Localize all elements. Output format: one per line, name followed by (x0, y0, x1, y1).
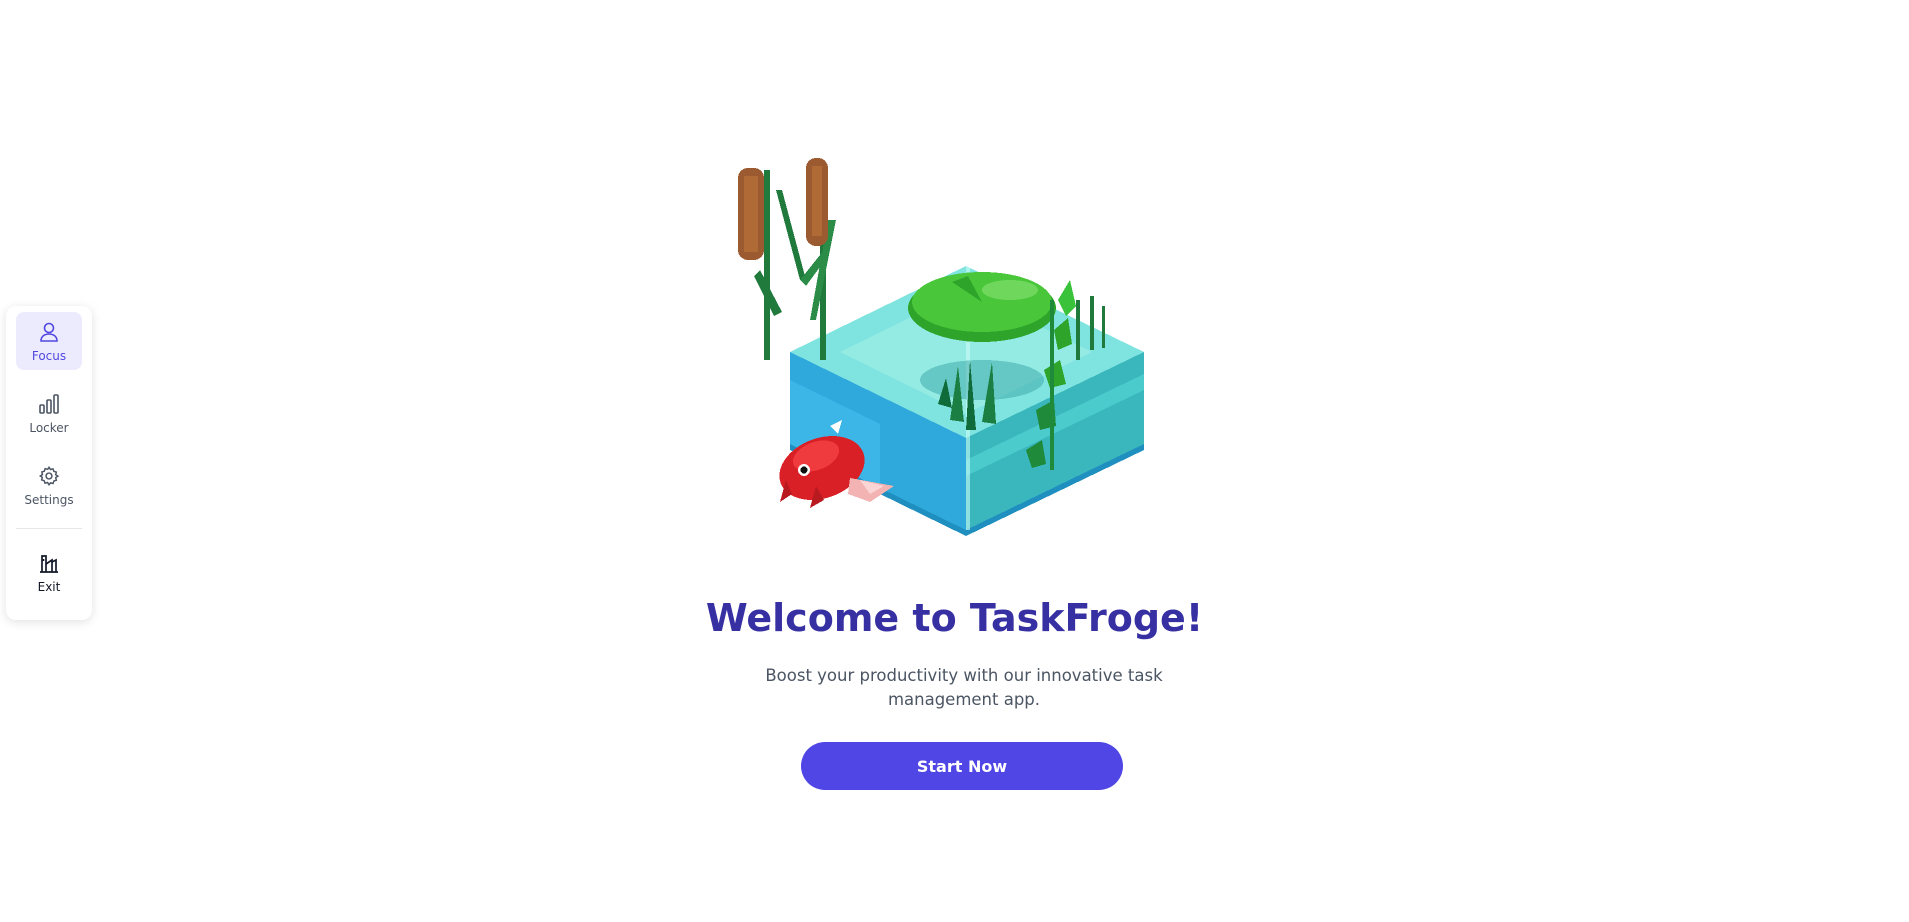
sidebar-item-label: Settings (24, 493, 74, 507)
app-root: Focus Locker Settings Exit Welcome to Ta… (0, 0, 1909, 922)
sidebar-divider (16, 528, 82, 529)
exit-building-icon (36, 550, 62, 576)
user-icon (36, 319, 62, 345)
page-subtitle: Boost your productivity with our innovat… (765, 666, 1163, 709)
page-title: Welcome to TaskFroge! (705, 596, 1204, 640)
gear-icon (36, 463, 62, 489)
sidebar: Focus Locker Settings Exit (6, 306, 92, 620)
bar-chart-icon (36, 391, 62, 417)
sidebar-item-focus[interactable]: Focus (16, 312, 82, 370)
pixel-art-pond-icon (738, 158, 1144, 536)
sidebar-item-settings[interactable]: Settings (16, 456, 82, 514)
pond-illustration (720, 130, 1180, 550)
sidebar-item-label: Locker (29, 421, 69, 435)
sidebar-item-locker[interactable]: Locker (16, 384, 82, 442)
sidebar-item-label: Exit (37, 580, 61, 594)
sidebar-item-exit[interactable]: Exit (16, 545, 82, 599)
start-now-button[interactable]: Start Now (801, 742, 1123, 790)
sidebar-item-label: Focus (31, 349, 67, 363)
